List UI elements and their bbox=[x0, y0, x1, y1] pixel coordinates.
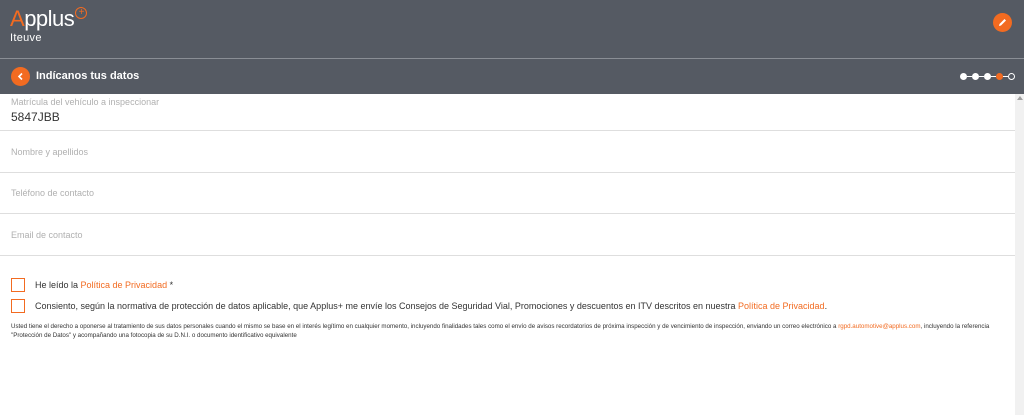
plate-label: Matrícula del vehículo a inspeccionar bbox=[11, 97, 160, 107]
top-bar: Applus + Iteuve bbox=[0, 0, 1024, 58]
plate-value[interactable]: 5847JBB bbox=[11, 110, 60, 124]
email-placeholder[interactable]: Email de contacto bbox=[11, 230, 83, 241]
logo-plus-icon: + bbox=[75, 7, 88, 19]
legal-email-link[interactable]: rgpd.automotive@applus.com bbox=[838, 323, 920, 330]
legal-notice-text: Usted tiene el derecho a oponerse al tra… bbox=[11, 323, 839, 330]
marketing-consent-label: Consiento, según la normativa de protecc… bbox=[35, 300, 739, 311]
marketing-consent-text: Consiento, según la normativa de protecc… bbox=[35, 301, 827, 312]
privacy-consent-label: He leído la bbox=[35, 279, 81, 290]
step-bar: Indícanos tus datos bbox=[0, 59, 1024, 94]
step-title: Indícanos tus datos bbox=[36, 70, 140, 82]
logo-subtitle: Iteuve bbox=[10, 32, 42, 44]
legal-notice: Usted tiene el derecho a oponerse al tra… bbox=[11, 323, 1006, 340]
step-dot-3 bbox=[984, 73, 991, 80]
required-mark: * bbox=[167, 279, 174, 290]
step-dot-4 bbox=[996, 73, 1003, 80]
phone-placeholder[interactable]: Teléfono de contacto bbox=[11, 188, 94, 199]
logo-text: pplus bbox=[24, 6, 75, 31]
pencil-icon bbox=[999, 19, 1006, 26]
edit-button[interactable] bbox=[993, 13, 1012, 32]
phone-field[interactable]: Teléfono de contacto bbox=[0, 173, 1015, 214]
privacy-consent-text: He leído la Política de Privacidad * bbox=[35, 280, 173, 291]
logo-letter-a: A bbox=[10, 6, 25, 31]
scrollbar[interactable] bbox=[1015, 94, 1024, 415]
step-dot-5 bbox=[1008, 73, 1015, 80]
privacy-consent-row: He leído la Política de Privacidad * bbox=[11, 278, 173, 292]
marketing-consent-row: Consiento, según la normativa de protecc… bbox=[11, 299, 827, 313]
chevron-left-icon bbox=[17, 72, 23, 81]
name-placeholder[interactable]: Nombre y apellidos bbox=[11, 147, 88, 158]
privacy-policy-link[interactable]: Política de Privacidad bbox=[81, 280, 168, 290]
back-button[interactable] bbox=[11, 67, 30, 86]
privacy-checkbox[interactable] bbox=[11, 278, 25, 292]
step-dot-2 bbox=[972, 73, 979, 80]
marketing-checkbox[interactable] bbox=[11, 299, 25, 313]
logo-wordmark: Applus + bbox=[10, 6, 88, 31]
marketing-consent-suffix: . bbox=[824, 300, 828, 311]
name-field[interactable]: Nombre y apellidos bbox=[0, 131, 1015, 173]
email-field[interactable]: Email de contacto bbox=[0, 214, 1015, 256]
plate-field[interactable]: Matrícula del vehículo a inspeccionar 58… bbox=[0, 94, 1015, 131]
applus-logo: Applus + Iteuve bbox=[10, 6, 88, 44]
scroll-up-icon[interactable] bbox=[1017, 96, 1023, 100]
step-progress bbox=[960, 73, 1015, 80]
marketing-privacy-policy-link[interactable]: Política de Privacidad bbox=[738, 301, 825, 311]
step-dot-1 bbox=[960, 73, 967, 80]
